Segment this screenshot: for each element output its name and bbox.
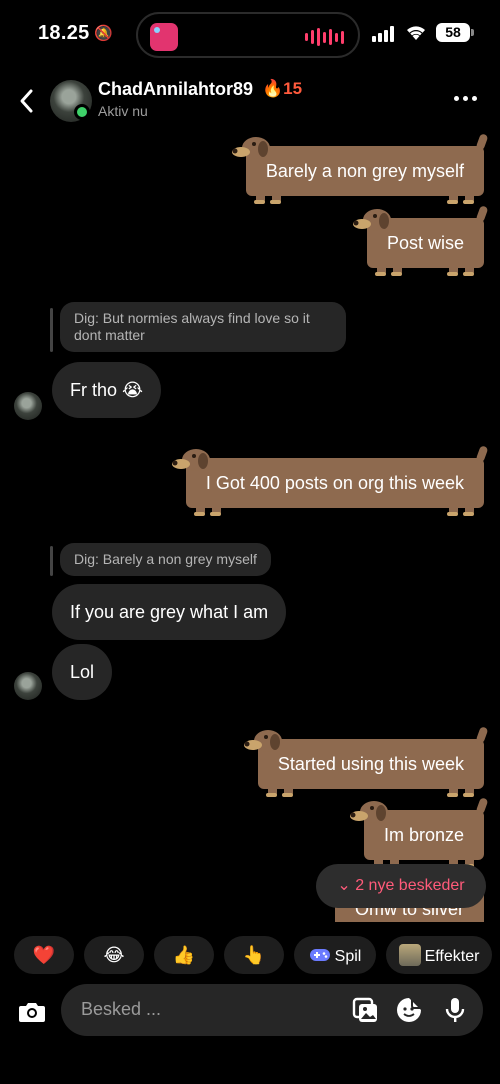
reaction-point-up-button[interactable]: 👆	[224, 936, 284, 974]
camera-icon[interactable]	[16, 996, 48, 1028]
sent-message[interactable]: Started using this week	[243, 726, 489, 797]
contact-name[interactable]: ChadAnnilahtor89	[98, 79, 253, 100]
online-indicator	[74, 104, 90, 120]
microphone-icon[interactable]	[441, 996, 469, 1024]
streak-badge: 🔥15	[262, 79, 303, 98]
contact-status: Aktiv nu	[98, 103, 148, 119]
sent-message[interactable]: Barely a non grey myself	[231, 133, 489, 204]
message-input[interactable]: Besked ...	[61, 984, 483, 1036]
sent-message[interactable]: Post wise	[352, 205, 489, 276]
chat-header: ChadAnnilahtor89 🔥15 Aktiv nu	[0, 76, 500, 130]
effects-button[interactable]: Effekter	[386, 936, 492, 974]
new-messages-button[interactable]: ⌄ 2 nye beskeder	[316, 864, 486, 908]
dachshund-tail	[475, 797, 489, 815]
message-composer: Besked ...	[0, 984, 500, 1040]
battery-indicator: 58	[436, 23, 474, 42]
sender-avatar[interactable]	[14, 392, 42, 420]
dachshund-head-icon	[231, 137, 270, 159]
reply-indicator	[50, 546, 53, 576]
sent-message[interactable]: Im bronze	[349, 797, 489, 868]
dachshund-tail	[475, 205, 489, 223]
sender-avatar[interactable]	[14, 672, 42, 700]
dachshund-head-icon	[349, 801, 388, 823]
bell-muted-icon: 🔕	[94, 25, 113, 42]
status-bar: 18.25 🔕 58	[0, 0, 500, 70]
reply-quote[interactable]: Dig: Barely a non grey myself	[60, 543, 271, 576]
reaction-laugh-button[interactable]: 😂	[84, 936, 144, 974]
dachshund-head-icon	[243, 730, 282, 752]
dynamic-island[interactable]	[136, 12, 360, 58]
reply-indicator	[50, 308, 53, 352]
dachshund-tail	[475, 133, 489, 151]
quick-reactions: ❤️ 😂 👍 👆 Spil Effekter	[0, 936, 500, 976]
audio-wave-icon	[305, 28, 344, 46]
received-message[interactable]: Fr tho 😭	[52, 362, 162, 418]
sticker-icon[interactable]	[395, 996, 423, 1024]
dachshund-head-icon	[171, 449, 210, 471]
reply-quote[interactable]: Dig: But normies always find love so it …	[60, 302, 346, 352]
dachshund-legs	[253, 194, 476, 204]
status-time: 18.25	[38, 22, 90, 44]
reaction-heart-button[interactable]: ❤️	[14, 936, 74, 974]
wifi-icon	[407, 26, 425, 40]
dachshund-tail	[475, 726, 489, 744]
signal-icon	[372, 26, 394, 42]
received-message[interactable]: If you are grey what I am	[52, 584, 287, 640]
back-chevron-icon[interactable]	[16, 88, 38, 114]
message-placeholder: Besked ...	[81, 999, 162, 1019]
dachshund-legs	[374, 266, 476, 276]
more-options-icon[interactable]	[454, 96, 477, 101]
gamepad-icon	[309, 949, 330, 961]
dachshund-tail	[475, 445, 489, 463]
effects-icon	[398, 944, 421, 966]
app-icon	[150, 23, 178, 51]
dachshund-head-icon	[352, 209, 391, 231]
sent-message[interactable]: I Got 400 posts on org this week	[171, 445, 489, 516]
dachshund-legs	[193, 506, 476, 516]
received-message[interactable]: Lol	[52, 644, 113, 700]
reaction-thumbs-up-button[interactable]: 👍	[154, 936, 214, 974]
games-button[interactable]: Spil	[294, 936, 376, 974]
gallery-icon[interactable]	[351, 996, 379, 1024]
